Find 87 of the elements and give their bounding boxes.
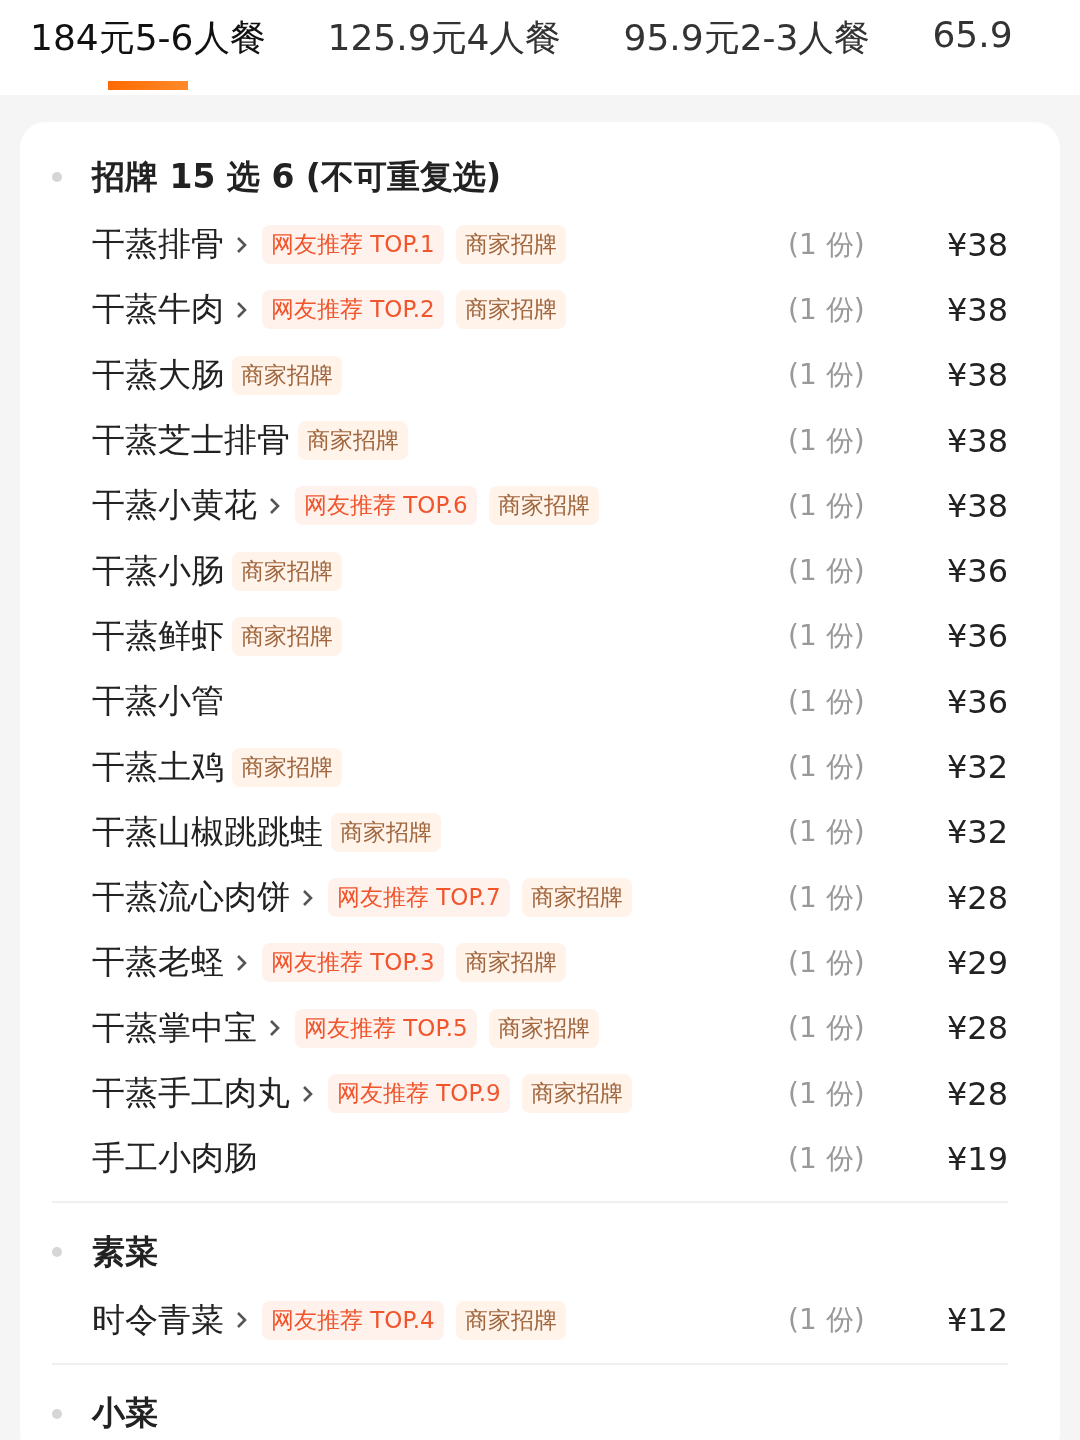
price: ¥32 [945, 748, 1008, 786]
tag: 商家招牌 [488, 1008, 599, 1048]
dish-name: 干蒸鲜虾 [92, 614, 224, 657]
chevron-right-icon[interactable] [302, 1084, 314, 1103]
price: ¥38 [945, 486, 1008, 525]
price: ¥28 [945, 878, 1008, 917]
quantity: (1 份) [788, 814, 866, 851]
section-title: 招牌 15 选 6 (不可重复选) [92, 155, 501, 198]
tag: 网友推荐 TOP.3 [262, 943, 444, 983]
tab[interactable]: 125.9元4人餐 [327, 0, 562, 94]
price: ¥28 [945, 1009, 1008, 1048]
quantity: (1 份) [788, 1140, 866, 1177]
quantity: (1 份) [788, 1075, 866, 1112]
dish-name: 干蒸小肠 [92, 549, 224, 592]
quantity: (1 份) [788, 487, 866, 524]
quantity: (1 份) [788, 1010, 866, 1047]
tag: 商家招牌 [455, 1300, 566, 1340]
chevron-right-icon[interactable] [236, 300, 248, 319]
tag: 商家招牌 [455, 225, 566, 265]
quantity: (1 份) [788, 683, 866, 720]
dish-name: 干蒸大肠 [92, 353, 224, 396]
dish-name: 干蒸手工肉丸 [92, 1072, 290, 1114]
price: ¥28 [945, 1074, 1008, 1113]
quantity: (1 份) [788, 879, 866, 916]
dish-name: 时令青菜 [92, 1298, 224, 1341]
price: ¥36 [945, 617, 1008, 656]
quantity: (1 份) [788, 357, 866, 394]
tag: 网友推荐 TOP.1 [262, 225, 444, 265]
bullet-icon [52, 172, 62, 182]
dish-name: 干蒸掌中宝 [92, 1006, 257, 1049]
dish-name: 干蒸小黄花 [92, 484, 257, 527]
tag: 商家招牌 [232, 551, 342, 591]
dish-name: 干蒸山椒跳跳蛙 [92, 810, 323, 853]
tag: 网友推荐 TOP.2 [262, 290, 444, 330]
chevron-right-icon[interactable] [236, 1311, 248, 1330]
tag: 网友推荐 TOP.5 [295, 1008, 477, 1048]
tag: 商家招牌 [331, 812, 441, 852]
tag: 网友推荐 TOP.9 [328, 1074, 510, 1113]
dish-name: 干蒸土鸡 [92, 745, 224, 788]
tag: 商家招牌 [521, 878, 632, 918]
bullet-icon [52, 1408, 62, 1419]
dish-name: 干蒸芝士排骨 [92, 419, 290, 462]
quantity: (1 份) [788, 749, 866, 785]
price: ¥32 [945, 813, 1008, 852]
dish-name: 干蒸老蛏 [92, 941, 224, 984]
tag: 商家招牌 [455, 943, 566, 983]
price: ¥38 [945, 290, 1008, 329]
quantity: (1 份) [788, 291, 866, 328]
section-title: 素菜 [92, 1230, 158, 1273]
dish-name: 干蒸小管 [92, 680, 224, 723]
chevron-right-icon[interactable] [269, 1019, 281, 1038]
price: ¥19 [945, 1139, 1008, 1178]
price: ¥29 [945, 943, 1008, 982]
section-title: 小菜 [92, 1392, 158, 1435]
dish-name: 手工小肉肠 [92, 1137, 257, 1180]
price: ¥38 [945, 225, 1008, 264]
quantity: (1 份) [788, 1302, 866, 1339]
tag: 商家招牌 [488, 486, 599, 526]
price: ¥36 [945, 552, 1008, 591]
tab[interactable]: 95.9元2-3人餐 [623, 0, 871, 94]
bullet-icon [52, 1247, 62, 1258]
quantity: (1 份) [788, 618, 866, 655]
tag: 网友推荐 TOP.6 [295, 486, 477, 526]
tag: 网友推荐 TOP.7 [328, 878, 510, 918]
tab[interactable]: 65.9 [932, 0, 1013, 94]
dish-name: 干蒸牛肉 [92, 288, 224, 331]
tag: 商家招牌 [232, 355, 342, 395]
tag: 商家招牌 [521, 1074, 632, 1113]
dish-name: 干蒸流心肉饼 [92, 876, 290, 919]
quantity: (1 份) [788, 944, 866, 981]
quantity: (1 份) [788, 226, 866, 263]
price: ¥38 [945, 421, 1008, 460]
tag: 商家招牌 [232, 747, 342, 787]
tag: 商家招牌 [455, 290, 566, 330]
chevron-right-icon[interactable] [236, 953, 248, 972]
quantity: (1 份) [788, 422, 866, 459]
quantity: (1 份) [788, 553, 866, 590]
tag: 商家招牌 [232, 616, 342, 656]
price: ¥36 [945, 682, 1008, 721]
chevron-right-icon[interactable] [269, 496, 281, 515]
tag: 商家招牌 [298, 421, 408, 461]
chevron-right-icon[interactable] [236, 235, 248, 254]
price: ¥38 [945, 356, 1008, 395]
chevron-right-icon[interactable] [302, 888, 314, 907]
price: ¥12 [945, 1301, 1008, 1340]
dish-name: 干蒸排骨 [92, 223, 224, 266]
tag: 网友推荐 TOP.4 [262, 1300, 444, 1340]
